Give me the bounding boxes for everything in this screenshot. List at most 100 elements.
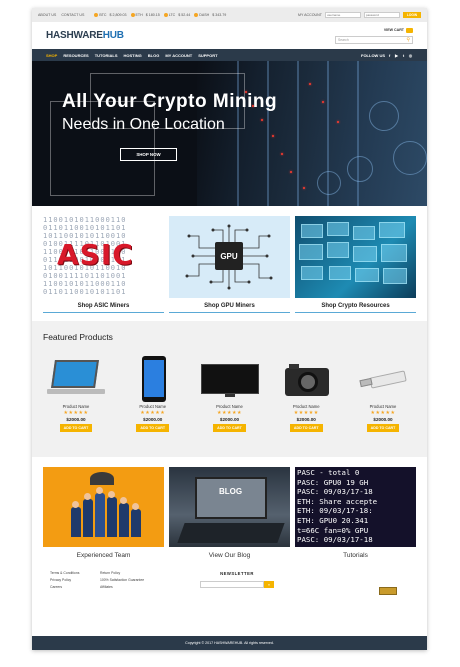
nav-my-account[interactable]: MY ACCOUNT <box>165 53 192 58</box>
code-line: ETH: Share accepte <box>297 496 378 506</box>
add-to-cart-button[interactable]: ADD TO CART <box>289 424 323 432</box>
instagram-icon[interactable]: ◎ <box>408 53 413 58</box>
nav-shop[interactable]: SHOP <box>46 53 57 58</box>
product-price: $2000.00 <box>373 417 393 422</box>
product-name: Product Name <box>62 404 90 409</box>
nav-hosting[interactable]: HOSTING <box>124 53 142 58</box>
main-nav: SHOP RESOURCES TUTORIALS HOSTING BLOG MY… <box>32 49 427 61</box>
footer-link[interactable]: Terms & Conditions <box>50 571 100 575</box>
hero-title: All Your Crypto Mining <box>62 91 278 112</box>
copyright-bar: Copyright © 2017 HASHWAREHUB. All rights… <box>32 636 427 650</box>
header: HASHWAREHUB VIEW CART Search ⚲ <box>32 22 427 49</box>
category-label[interactable]: Shop ASIC Miners <box>43 298 164 312</box>
coin-prices: BTC $ 2,809.03 ETH $ 180.15 LTC $ 52.44 … <box>94 13 226 17</box>
product-card[interactable]: Product Name ★★★★★ $2000.00 ADD TO CART <box>275 356 337 432</box>
nav-blog[interactable]: BLOG <box>148 53 160 58</box>
newsletter-email-input[interactable] <box>200 581 264 588</box>
promo-team[interactable]: Experienced Team <box>43 467 164 559</box>
gpu-chip-icon: GPU <box>215 242 243 270</box>
search-input[interactable]: Search ⚲ <box>335 35 413 44</box>
nav-tutorials[interactable]: TUTORIALS <box>95 53 118 58</box>
coin-name: LTC <box>168 13 176 17</box>
payment-badge-icon <box>379 587 397 595</box>
follow-us-label: FOLLOW US <box>361 52 385 58</box>
login-button[interactable]: LOGIN <box>402 12 421 18</box>
code-line: ETH: 09/03/17-18: <box>297 506 373 516</box>
code-line: PASC: 09/03/17-18 <box>297 487 373 497</box>
twitter-icon[interactable]: t <box>401 53 406 58</box>
search-icon[interactable]: ⚲ <box>406 37 410 43</box>
btc-icon <box>94 13 99 17</box>
footer-link[interactable]: Privacy Policy <box>50 578 100 582</box>
promo-blog[interactable]: BLOG View Our Blog <box>169 467 290 559</box>
dash-icon <box>194 13 199 17</box>
add-to-cart-button[interactable]: ADD TO CART <box>213 424 246 432</box>
footer-link[interactable]: 100% Satisfaction Guarantee <box>100 578 170 582</box>
youtube-icon[interactable]: ▶ <box>394 53 399 58</box>
add-to-cart-button[interactable]: ADD TO CART <box>366 424 400 432</box>
add-to-cart-button[interactable]: ADD TO CART <box>136 424 170 432</box>
product-name: Product Name <box>369 404 397 409</box>
username-input[interactable] <box>324 12 361 18</box>
footer-link[interactable]: Careers <box>50 585 100 589</box>
view-cart-button[interactable]: VIEW CART <box>384 27 413 33</box>
nav-resources[interactable]: RESOURCES <box>63 53 88 58</box>
price-btc: BTC $ 2,809.03 <box>94 13 127 17</box>
coin-value: $ 52.44 <box>178 13 191 17</box>
about-us-link[interactable]: ABOUT US <box>38 13 56 17</box>
code-line: ETH: GPU0 20.341 <box>297 515 369 525</box>
featured-products: Featured Products Product Name ★★★★★ $20… <box>32 321 427 457</box>
contact-us-link[interactable]: CONTACT US <box>61 13 84 17</box>
password-input[interactable] <box>363 12 400 18</box>
product-card[interactable]: Product Name ★★★★★ $2000.00 ADD TO CART <box>122 356 184 432</box>
nav-support[interactable]: SUPPORT <box>198 53 217 58</box>
category-resources[interactable]: Shop Crypto Resources <box>295 216 416 313</box>
footer-link[interactable]: Affiliates <box>100 585 170 589</box>
code-listing: PASC - total 0 PASC: GPU0 19 GH PASC: 09… <box>297 468 377 545</box>
gpu-image: GPU <box>169 216 290 298</box>
footer-link[interactable]: Return Policy <box>100 571 170 575</box>
promo-label[interactable]: Tutorials <box>295 547 416 559</box>
add-to-cart-button[interactable]: ADD TO CART <box>59 424 93 432</box>
product-price: $2000.00 <box>143 417 163 422</box>
product-price: $2000.00 <box>219 417 240 422</box>
newsletter-submit-button[interactable]: » <box>264 581 274 588</box>
promo-label[interactable]: Experienced Team <box>43 547 164 559</box>
product-price: $2000.00 <box>66 417 86 422</box>
ltc-icon <box>163 13 168 17</box>
category-label[interactable]: Shop Crypto Resources <box>295 298 416 312</box>
promo-label[interactable]: View Our Blog <box>169 547 290 559</box>
team-image <box>43 467 164 547</box>
rating-stars: ★★★★★ <box>217 410 242 416</box>
category-label[interactable]: Shop GPU Miners <box>169 298 290 312</box>
product-card[interactable]: Product Name ★★★★★ $2000.00 ADD TO CART <box>199 356 261 432</box>
code-line: t=66C fan=0% GPU <box>297 525 369 535</box>
coin-name: BTC <box>99 13 107 17</box>
logo-accent: HUB <box>102 30 124 41</box>
coin-name: ETH <box>135 13 143 17</box>
product-name: Product Name <box>292 404 320 409</box>
newsletter-title: NEWSLETTER <box>220 571 254 576</box>
site-logo[interactable]: HASHWAREHUB <box>46 30 124 41</box>
usb-icon <box>352 356 414 402</box>
promo-row: Experienced Team BLOG View Our Blog PASC… <box>32 457 427 559</box>
rating-stars: ★★★★★ <box>140 410 166 416</box>
tv-icon <box>199 356 261 402</box>
promo-tutorials[interactable]: PASC - total 0 PASC: GPU0 19 GH PASC: 09… <box>295 467 416 559</box>
category-row: 1100101011000110 0110110010101101 10110010… <box>32 206 427 313</box>
facebook-icon[interactable]: f <box>387 53 392 58</box>
product-card[interactable]: Product Name ★★★★★ $2000.00 ADD TO CART <box>45 356 107 432</box>
search-placeholder: Search <box>338 37 349 42</box>
shop-now-button[interactable]: SHOP NOW <box>120 148 177 161</box>
product-name: Product Name <box>216 404 243 409</box>
gpu-image-text: GPU <box>220 251 238 261</box>
product-card[interactable]: Product Name ★★★★★ $2000.00 ADD TO CART <box>352 356 414 432</box>
price-eth: ETH $ 180.15 <box>130 13 160 17</box>
page: ABOUT US CONTACT US BTC $ 2,809.03 ETH $… <box>32 8 427 650</box>
featured-title: Featured Products <box>43 332 113 342</box>
code-line: PASC - total 0 <box>297 468 360 477</box>
category-gpu[interactable]: GPU Shop GPU Miners <box>169 216 290 313</box>
eth-icon <box>130 13 135 17</box>
category-asic[interactable]: 1100101011000110 0110110010101101 10110010… <box>43 216 164 313</box>
blog-image: BLOG <box>169 467 290 547</box>
